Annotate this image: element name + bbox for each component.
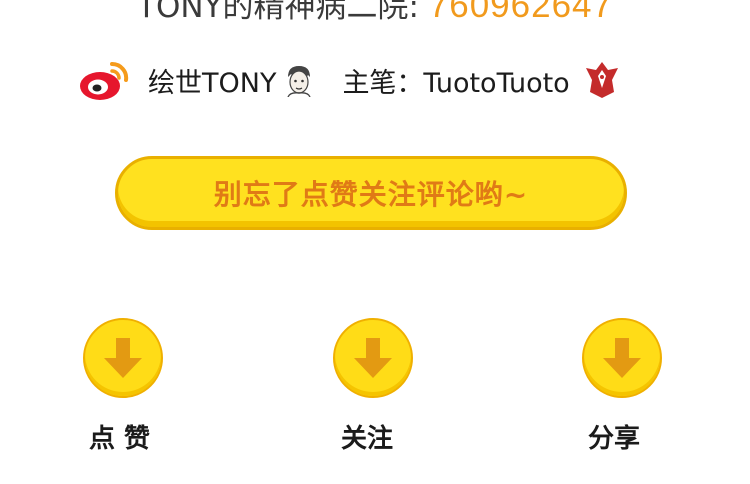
writer-emblem-icon xyxy=(585,62,618,98)
like-label: 点 赞 xyxy=(89,424,151,454)
artist-avatar-icon xyxy=(287,66,312,97)
share-label: 分享 xyxy=(588,424,641,454)
banner-label: 别忘了点赞关注评论哟~ xyxy=(213,178,529,211)
group-number: 760962647 xyxy=(428,0,613,25)
follow-button[interactable] xyxy=(333,318,413,398)
credits-row: 绘世TONY 主笔：TuotoTuoto xyxy=(78,58,620,102)
like-action[interactable]: 点 赞 xyxy=(83,318,167,454)
down-arrow-icon xyxy=(603,338,641,378)
share-action[interactable]: 分享 xyxy=(582,318,666,454)
down-arrow-icon xyxy=(354,338,392,378)
like-button[interactable] xyxy=(83,318,163,398)
follow-label: 关注 xyxy=(341,424,394,454)
follow-action[interactable]: 关注 xyxy=(333,318,417,454)
weibo-icon[interactable] xyxy=(78,58,130,102)
artist-name: 绘世TONY xyxy=(148,67,277,99)
like-follow-comment-banner[interactable]: 别忘了点赞关注评论哟~ xyxy=(115,156,627,230)
writer-credit: 主笔：TuotoTuoto xyxy=(342,67,570,99)
share-button[interactable] xyxy=(582,318,662,398)
down-arrow-icon xyxy=(104,338,142,378)
group-number-line: TONY的精神病二院: 760962647 xyxy=(0,0,750,27)
group-label: TONY的精神病二院: xyxy=(137,0,419,25)
